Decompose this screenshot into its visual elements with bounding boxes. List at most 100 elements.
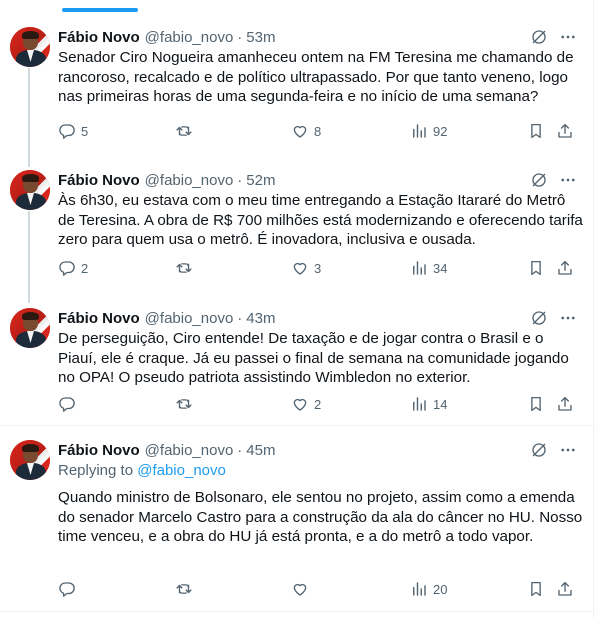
tweet-text: De perseguição, Ciro entende! De taxação… [58,330,569,387]
like-count: 8 [314,123,322,139]
timestamp[interactable]: 45m [246,442,275,459]
more-icon[interactable] [559,309,577,327]
tweet-actions: 2 3 34 [58,258,588,278]
retweet-button[interactable] [175,121,198,141]
retweet-button[interactable] [175,258,198,278]
replying-handle-link[interactable]: @fabio_novo [137,462,226,479]
tweet-header: Fábio Novo @fabio_novo · 53m [58,27,275,47]
bookmark-icon [531,581,541,597]
separator-dot: · [237,171,243,189]
heart-icon [293,398,307,411]
like-button[interactable] [291,579,314,599]
separator-dot: · [237,28,243,46]
author-handle[interactable]: @fabio_novo [145,29,234,46]
share-button[interactable] [556,258,574,278]
reply-icon [59,397,75,412]
timestamp[interactable]: 53m [246,29,275,46]
share-button[interactable] [556,579,574,599]
reply-icon [59,582,75,597]
more-icon[interactable] [559,441,577,459]
tweet-text: Às 6h30, eu estava com o meu time entreg… [58,192,583,249]
heart-icon [293,583,307,596]
tweet[interactable]: Fábio Novo @fabio_novo · 43m De persegui… [0,295,593,426]
views-icon [413,261,426,275]
author-name[interactable]: Fábio Novo [58,172,140,189]
tweet-text: Senador Ciro Nogueira amanheceu ontem na… [58,49,574,106]
bookmark-icon [531,396,541,412]
view-count: 14 [433,396,448,412]
timestamp[interactable]: 43m [246,310,275,327]
share-icon [558,123,572,138]
retweet-icon [176,584,192,594]
like-button[interactable]: 2 [291,394,321,414]
replying-label: Replying to [58,462,134,479]
grok-icon[interactable] [530,28,548,46]
bookmark-button[interactable] [527,258,545,278]
like-count: 3 [314,260,322,276]
reply-button[interactable]: 5 [58,121,88,141]
tweet-header: Fábio Novo @fabio_novo · 45m [58,440,275,460]
thread-line [28,211,30,303]
like-button[interactable]: 8 [291,121,321,141]
grok-icon[interactable] [530,309,548,327]
avatar[interactable] [10,27,50,67]
bookmark-icon [531,123,541,139]
author-handle[interactable]: @fabio_novo [145,442,234,459]
more-icon[interactable] [559,28,577,46]
avatar[interactable] [10,440,50,480]
column-border [593,0,594,618]
share-icon [558,396,572,411]
separator-dot: · [237,441,243,459]
thread-line [28,68,30,167]
views-button[interactable]: 34 [410,258,447,278]
retweet-icon [176,126,192,136]
views-button[interactable]: 20 [410,579,447,599]
tweet-actions: 5 8 92 [58,121,588,141]
views-button[interactable]: 14 [410,394,447,414]
tweet-header: Fábio Novo @fabio_novo · 43m [58,308,275,328]
author-handle[interactable]: @fabio_novo [145,310,234,327]
bookmark-icon [531,260,541,276]
tweet[interactable]: Fábio Novo @fabio_novo · 53m Senador Cir… [0,14,593,167]
view-count: 92 [433,123,448,139]
tweet-text: Quando ministro de Bolsonaro, ele sentou… [58,489,583,546]
bookmark-button[interactable] [527,121,545,141]
view-count: 20 [433,581,448,597]
grok-icon[interactable] [530,171,548,189]
views-icon [413,124,426,138]
grok-icon[interactable] [530,441,548,459]
like-button[interactable]: 3 [291,258,321,278]
avatar[interactable] [10,308,50,348]
tweet-actions: 20 [58,579,588,599]
more-icon[interactable] [559,171,577,189]
view-count: 34 [433,260,448,276]
tweet[interactable]: Fábio Novo @fabio_novo · 45m Replying to… [0,427,593,612]
retweet-icon [176,263,192,273]
views-button[interactable]: 92 [410,121,447,141]
author-name[interactable]: Fábio Novo [58,29,140,46]
reply-button[interactable]: 2 [58,258,88,278]
retweet-button[interactable] [175,579,198,599]
share-icon [558,260,572,275]
bookmark-button[interactable] [527,579,545,599]
reply-button[interactable] [58,579,81,599]
avatar[interactable] [10,170,50,210]
share-icon [558,581,572,596]
tweet[interactable]: Fábio Novo @fabio_novo · 52m Às 6h30, eu… [0,157,593,303]
views-icon [413,397,426,411]
reply-count: 5 [81,123,89,139]
retweet-icon [176,399,192,409]
author-name[interactable]: Fábio Novo [58,442,140,459]
author-name[interactable]: Fábio Novo [58,310,140,327]
share-button[interactable] [556,121,574,141]
share-button[interactable] [556,394,574,414]
reply-button[interactable] [58,394,81,414]
timestamp[interactable]: 52m [246,172,275,189]
like-count: 2 [314,396,322,412]
views-icon [413,582,426,596]
author-handle[interactable]: @fabio_novo [145,172,234,189]
bookmark-button[interactable] [527,394,545,414]
separator-dot: · [237,309,243,327]
reply-icon [59,261,75,276]
retweet-button[interactable] [175,394,198,414]
